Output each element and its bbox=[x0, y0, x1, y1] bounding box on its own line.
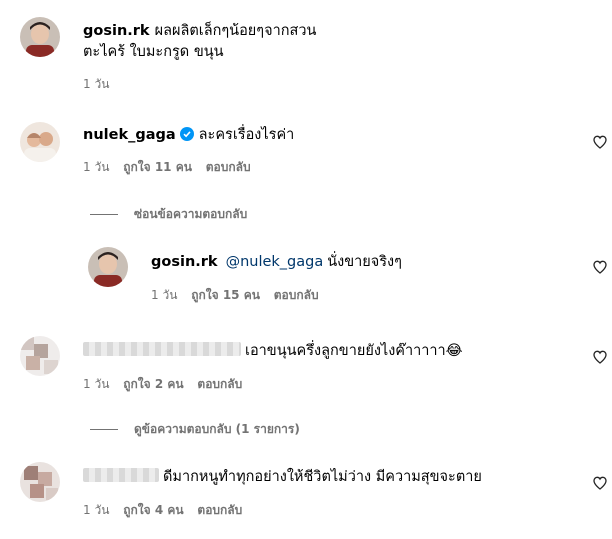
comment-timestamp[interactable]: 1 วัน bbox=[83, 377, 109, 391]
heart-icon[interactable] bbox=[592, 134, 608, 150]
hide-replies-toggle[interactable]: ซ่อนข้อความตอบกลับ bbox=[90, 205, 247, 224]
reply-button[interactable]: ตอบกลับ bbox=[197, 503, 242, 517]
like-count[interactable]: ถูกใจ 15 คน bbox=[191, 288, 260, 302]
avatar[interactable] bbox=[20, 462, 60, 502]
comment-text: เอาขนุนครึ่งลูกขายยังไงค๊าาาาา😂 bbox=[245, 343, 463, 359]
thread-line bbox=[90, 429, 118, 430]
mention-link[interactable]: @nulek_gaga bbox=[226, 254, 324, 270]
avatar[interactable] bbox=[20, 17, 60, 57]
hide-replies-label: ซ่อนข้อความตอบกลับ bbox=[134, 207, 248, 221]
avatar[interactable] bbox=[20, 336, 60, 376]
comment-timestamp[interactable]: 1 วัน bbox=[83, 503, 109, 517]
like-count[interactable]: ถูกใจ 11 คน bbox=[123, 160, 192, 174]
comment-timestamp[interactable]: 1 วัน bbox=[83, 160, 109, 174]
comment-username[interactable]: nulek_gaga bbox=[83, 127, 176, 143]
comment-timestamp[interactable]: 1 วัน bbox=[83, 77, 109, 91]
comment-text: ดีมากหนูทำทุกอย่างให้ชีวิตไม่ว่าง มีความ… bbox=[163, 469, 482, 485]
view-replies-toggle[interactable]: ดูข้อความตอบกลับ (1 รายการ) bbox=[90, 420, 300, 439]
avatar[interactable] bbox=[20, 122, 60, 162]
comment-text: ละครเรื่องไรค่า bbox=[198, 127, 295, 143]
reply-button[interactable]: ตอบกลับ bbox=[197, 377, 242, 391]
heart-icon[interactable] bbox=[592, 349, 608, 365]
reply-button[interactable]: ตอบกลับ bbox=[274, 288, 319, 302]
view-replies-label: ดูข้อความตอบกลับ (1 รายการ) bbox=[134, 422, 300, 436]
comment-username[interactable]: gosin.rk bbox=[83, 23, 150, 39]
like-count[interactable]: ถูกใจ 2 คน bbox=[123, 377, 183, 391]
comment-username[interactable]: gosin.rk bbox=[151, 254, 218, 270]
avatar[interactable] bbox=[88, 247, 128, 287]
heart-icon[interactable] bbox=[592, 475, 608, 491]
comment-timestamp[interactable]: 1 วัน bbox=[151, 288, 177, 302]
thread-line bbox=[90, 214, 118, 215]
comment-text: นั่งขายจริงๆ bbox=[327, 254, 402, 270]
reply-button[interactable]: ตอบกลับ bbox=[206, 160, 251, 174]
redacted-username bbox=[83, 468, 159, 482]
redacted-username bbox=[83, 342, 241, 356]
verified-badge-icon bbox=[179, 127, 194, 141]
like-count[interactable]: ถูกใจ 4 คน bbox=[123, 503, 183, 517]
heart-icon[interactable] bbox=[592, 259, 608, 275]
